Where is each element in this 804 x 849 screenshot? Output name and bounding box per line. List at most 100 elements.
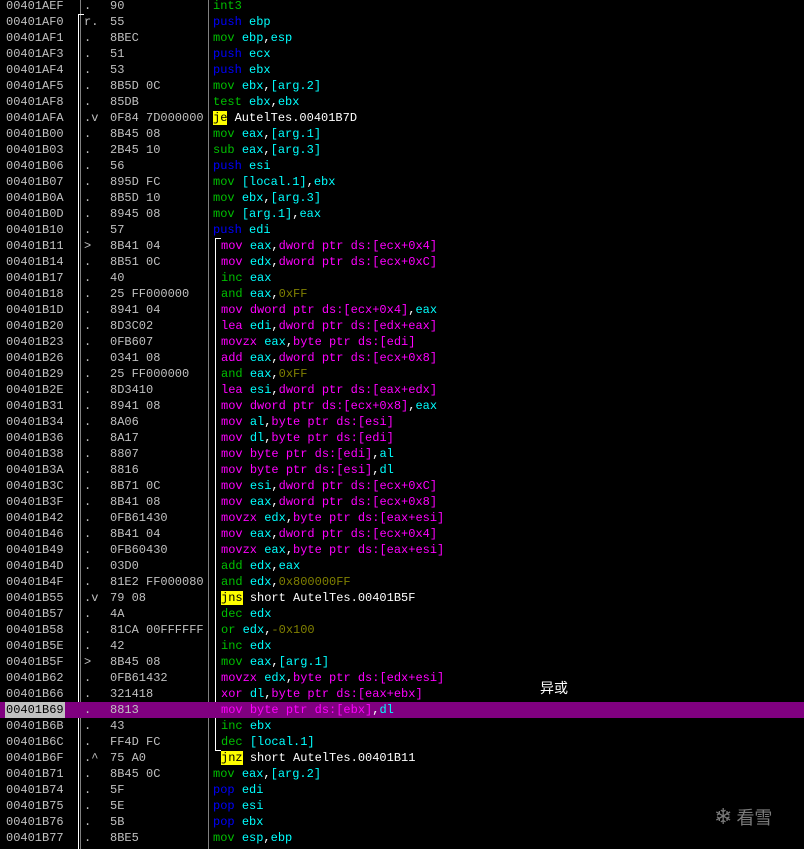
disasm-row[interactable]: 00401B75. 5E pop esi — [0, 798, 804, 814]
disasm-row[interactable]: 00401B11 >8B41 04 mov eax,dword ptr ds:[ec… — [0, 238, 804, 254]
disasm-row[interactable]: 00401B3C. 8B71 0C mov esi,dword ptr ds:[ec… — [0, 478, 804, 494]
disasm-row[interactable]: 00401B77. 8BE5 mov esp,ebp — [0, 830, 804, 846]
address-cell: 00401B5E — [6, 639, 64, 653]
address-cell: 00401B3C — [6, 479, 64, 493]
instruction-cell: mov ebx,[arg.2] — [213, 78, 321, 94]
hex-bytes-cell: 40 — [110, 271, 125, 285]
instruction-cell: mov eax,[arg.2] — [213, 766, 321, 782]
disasm-row[interactable]: 00401B71. 8B45 0C mov eax,[arg.2] — [0, 766, 804, 782]
instruction-cell: lea edi,dword ptr ds:[edx+eax] — [221, 318, 437, 334]
disasm-row[interactable]: 00401B07. 895D FC mov [local.1],ebx — [0, 174, 804, 190]
instruction-cell: or edx,-0x100 — [221, 622, 315, 638]
flow-marker: . — [84, 511, 92, 525]
address-cell: 00401B55 — [6, 591, 64, 605]
disasm-row[interactable]: 00401B58. 81CA 00FFFFFF or edx,-0x100 — [0, 622, 804, 638]
operand: AutelTes.00401B7D — [234, 111, 358, 125]
disasm-row[interactable]: 00401B3A. 8816 mov byte ptr ds:[esi],dl — [0, 462, 804, 478]
instruction-cell: mov byte ptr ds:[edi],al — [221, 446, 394, 462]
hex-bytes-cell: 8B41 08 — [110, 495, 161, 509]
hex-bytes-cell: 79 08 — [110, 591, 147, 605]
address-cell: 00401AF4 — [6, 63, 64, 77]
disasm-row[interactable]: 00401AFA .v 0F84 7D000000 je AutelTes.00401… — [0, 110, 804, 126]
disasm-row[interactable]: 00401B29. 25 FF000000 and eax,0xFF — [0, 366, 804, 382]
operand: dl — [249, 431, 265, 445]
operand: eax — [241, 143, 264, 157]
mnemonic: and — [221, 367, 243, 381]
instruction-cell: je AutelTes.00401B7D — [213, 110, 357, 126]
disassembly-view[interactable]: 00401AEF. 90 int3 00401AF0 r. 55 push ebp 00401… — [0, 0, 804, 849]
disasm-row[interactable]: 00401B06. 56 push esi — [0, 158, 804, 174]
operand: edx — [264, 511, 286, 525]
disasm-row[interactable]: 00401B5F >8B45 08 mov eax,[arg.1] — [0, 654, 804, 670]
disasm-row[interactable]: 00401B49. 0FB60430 movzx eax,byte ptr ds:[… — [0, 542, 804, 558]
disasm-row[interactable]: 00401B66. 321418 xor dl,byte ptr ds:[eax+e… — [0, 686, 804, 702]
operand: edx — [249, 575, 272, 589]
flow-marker: . — [84, 671, 92, 685]
disasm-row[interactable]: 00401B55 .v 79 08 jns short AutelTes.00401B… — [0, 590, 804, 606]
disasm-row[interactable]: 00401B69. 8813 mov byte ptr ds:[ebx],dl — [0, 702, 804, 718]
disasm-row[interactable]: 00401B38. 8807 mov byte ptr ds:[edi],al — [0, 446, 804, 462]
disasm-row[interactable]: 00401AEF. 90 int3 — [0, 0, 804, 14]
hex-bytes-cell: 8945 08 — [110, 207, 161, 221]
disasm-row[interactable]: 00401B03. 2B45 10 sub eax,[arg.3] — [0, 142, 804, 158]
disasm-row[interactable]: 00401B3F. 8B41 08 mov eax,dword ptr ds:[ec… — [0, 494, 804, 510]
disasm-row[interactable]: 00401B57. 4A dec edx — [0, 606, 804, 622]
disasm-row[interactable]: 00401AF4. 53 push ebx — [0, 62, 804, 78]
disasm-row[interactable]: 00401B0A. 8B5D 10 mov ebx,[arg.3] — [0, 190, 804, 206]
disasm-row[interactable]: 00401B36. 8A17 mov dl,byte ptr ds:[edi] — [0, 430, 804, 446]
address-cell: 00401B49 — [6, 543, 64, 557]
disasm-row[interactable]: 00401B34. 8A06 mov al,byte ptr ds:[esi] — [0, 414, 804, 430]
disasm-row[interactable]: 00401B6C. FF4D FC dec [local.1] — [0, 734, 804, 750]
address-cell: 00401B29 — [6, 367, 64, 381]
disasm-row[interactable]: 00401AF3. 51 push ecx — [0, 46, 804, 62]
mnemonic: movzx — [221, 511, 258, 525]
disasm-row[interactable]: 00401B17. 40 inc eax — [0, 270, 804, 286]
disasm-row[interactable]: 00401B4D. 03D0 add edx,eax — [0, 558, 804, 574]
disasm-row[interactable]: 00401B42. 0FB61430 movzx edx,byte ptr ds:[… — [0, 510, 804, 526]
operand: edi — [241, 783, 264, 797]
disasm-row[interactable]: 00401AF5. 8B5D 0C mov ebx,[arg.2] — [0, 78, 804, 94]
disasm-row[interactable]: 00401B20. 8D3C02 lea edi,dword ptr ds:[edx… — [0, 318, 804, 334]
disasm-row[interactable]: 00401B26. 0341 08 add eax,dword ptr ds:[ec… — [0, 350, 804, 366]
instruction-cell: mov [arg.1],eax — [213, 206, 321, 222]
disasm-row[interactable]: 00401B62. 0FB61432 movzx edx,byte ptr ds:[… — [0, 670, 804, 686]
flow-marker: . — [84, 0, 92, 13]
disasm-row[interactable]: 00401AF0 r. 55 push ebp — [0, 14, 804, 30]
mnemonic: mov — [221, 655, 243, 669]
hex-bytes-cell: 81E2 FF000080 — [110, 575, 204, 589]
address-cell: 00401B00 — [6, 127, 64, 141]
disasm-row[interactable]: 00401B6F .^ 75 A0 jnz short AutelTes.00401B… — [0, 750, 804, 766]
disasm-row[interactable]: 00401B23. 0FB607 movzx eax,byte ptr ds:[ed… — [0, 334, 804, 350]
operand: ebp — [241, 31, 264, 45]
address-cell: 00401B31 — [6, 399, 64, 413]
instruction-cell: mov eax,dword ptr ds:[ecx+0x4] — [221, 238, 437, 254]
disasm-row[interactable]: 00401B31. 8941 08 mov dword ptr ds:[ecx+0x… — [0, 398, 804, 414]
operand: dword ptr ds:[ecx+0x4] — [278, 527, 438, 541]
instruction-comment: 异或 — [540, 681, 568, 697]
flow-marker: . — [84, 175, 92, 189]
disasm-row[interactable]: 00401B10. 57 push edi — [0, 222, 804, 238]
mnemonic: and — [221, 575, 243, 589]
address-cell: 00401B11 — [6, 239, 64, 253]
disasm-row[interactable]: 00401B00. 8B45 08 mov eax,[arg.1] — [0, 126, 804, 142]
flow-marker: . — [84, 191, 92, 205]
disasm-row[interactable]: 00401B6B. 43 inc ebx — [0, 718, 804, 734]
disasm-row[interactable]: 00401B5E. 42 inc edx — [0, 638, 804, 654]
address-cell: 00401AF3 — [6, 47, 64, 61]
operand: [arg.2] — [270, 767, 322, 781]
disasm-row[interactable]: 00401B4F. 81E2 FF000080 and edx,0x800000FF — [0, 574, 804, 590]
disasm-row[interactable]: 00401B76. 5B pop ebx — [0, 814, 804, 830]
disasm-row[interactable]: 00401B0D. 8945 08 mov [arg.1],eax — [0, 206, 804, 222]
disasm-row[interactable]: 00401B14. 8B51 0C mov edx,dword ptr ds:[ec… — [0, 254, 804, 270]
disasm-row[interactable]: 00401B1D. 8941 04 mov dword ptr ds:[ecx+0x… — [0, 302, 804, 318]
flow-marker: . — [84, 223, 92, 237]
flow-marker: . — [84, 255, 92, 269]
disasm-row[interactable]: 00401B2E. 8D3410 lea esi,dword ptr ds:[eax… — [0, 382, 804, 398]
disasm-row[interactable]: 00401AF8. 85DB test ebx,ebx — [0, 94, 804, 110]
disasm-row[interactable]: 00401B46. 8B41 04 mov eax,dword ptr ds:[ec… — [0, 526, 804, 542]
instruction-cell: movzx edx,byte ptr ds:[edx+esi] — [221, 670, 444, 686]
disasm-row[interactable]: 00401B18. 25 FF000000 and eax,0xFF — [0, 286, 804, 302]
disasm-row[interactable]: 00401B74. 5F pop edi — [0, 782, 804, 798]
operand: esi — [249, 159, 271, 173]
disasm-row[interactable]: 00401AF1. 8BEC mov ebp,esp — [0, 30, 804, 46]
